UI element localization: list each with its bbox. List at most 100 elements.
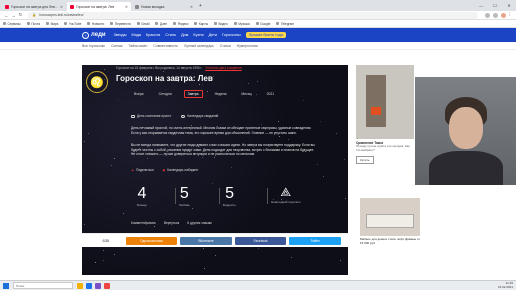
ad-button[interactable]: Купить	[356, 155, 374, 164]
share-vk-button[interactable]: ВКонтакте	[180, 236, 232, 245]
star-decoration	[123, 213, 125, 215]
nav-item[interactable]: Гороскопы	[222, 33, 241, 37]
bookmark-item[interactable]: Перевести	[110, 22, 131, 26]
forward-icon[interactable]: →	[10, 13, 17, 18]
other-signs-link[interactable]: К другим знакам	[187, 221, 211, 225]
bookmark-item[interactable]: Яндекс	[173, 22, 188, 26]
bookmark-label: Дзен	[159, 21, 168, 26]
extension-icon[interactable]	[493, 12, 498, 18]
bookmark-icon	[214, 22, 218, 25]
star-decoration	[201, 157, 203, 159]
webcam-overlay	[415, 77, 516, 185]
subnav-item[interactable]: Тайны имен	[128, 44, 147, 48]
sub-navigation: Все гороскопы Сонник Тайны имен Совмести…	[0, 42, 516, 50]
star-decoration	[320, 120, 322, 122]
bookmark-item[interactable]: Gmail	[136, 22, 149, 26]
clock[interactable]: 11:45 15.02.2021	[498, 281, 513, 289]
bookmark-icon	[26, 22, 30, 25]
tab-week[interactable]: Неделя	[212, 91, 230, 97]
sidebar-ad[interactable]: Сравнение Такса Почему лучше купить это …	[356, 65, 414, 164]
tab-year[interactable]: 2021	[264, 91, 278, 97]
share-link[interactable]: ▲ Поделиться	[131, 168, 154, 172]
subnav-item[interactable]: Нумерология	[237, 44, 258, 48]
reload-icon[interactable]: ↻	[17, 12, 24, 18]
app-icon[interactable]	[95, 282, 101, 289]
nav-highlight-link[interactable]: Лучшие бьюти года	[245, 32, 286, 38]
extension-icon[interactable]	[485, 12, 490, 18]
bookmark-item[interactable]: Сервисы	[3, 22, 21, 26]
star-decoration	[231, 167, 233, 169]
subnav-item[interactable]: Совместимость	[153, 44, 178, 48]
bookmark-icon	[3, 22, 6, 25]
subnav-item[interactable]: Сонник	[111, 44, 122, 48]
logo-icon: ♀	[82, 31, 89, 39]
action-links: ▲ Поделиться ◆ Календарь-лабиринт	[131, 168, 207, 172]
meta-links: День сочетания просто Календарь свиданий	[131, 114, 228, 118]
new-tab-button[interactable]: +	[199, 2, 202, 11]
nav-item[interactable]: Мода	[131, 33, 141, 37]
browser-tab-3[interactable]: Новая вкладка ✕	[132, 2, 196, 11]
tab-yesterday[interactable]: Вчера	[131, 91, 147, 97]
bookmark-icon	[110, 22, 114, 25]
bookmark-item[interactable]: Видео	[214, 22, 228, 26]
action-label: Поделиться	[136, 168, 154, 172]
nav-item[interactable]: Красота	[146, 33, 160, 37]
tab-label: Гороскоп на завтра: Лев	[76, 4, 115, 9]
subnav-item[interactable]: Все гороскопы	[82, 44, 105, 48]
tab-today[interactable]: Сегодня	[156, 91, 175, 97]
bookmark-item[interactable]: Карты	[194, 22, 208, 26]
url-text: horoscopes.ledi.ru/zavtra/leo/	[39, 13, 84, 17]
bookmark-label: Новости	[91, 21, 105, 26]
close-icon[interactable]: ✕	[60, 5, 63, 9]
bookmark-item[interactable]: Maps	[46, 22, 58, 26]
share-facebook-button[interactable]: Facebook	[234, 236, 287, 245]
sofa-image	[366, 214, 414, 228]
back-link[interactable]: Вернуться	[164, 221, 179, 225]
browser-tab-2[interactable]: Гороскоп на завтра: Лев ✕	[67, 2, 131, 11]
subnav-item[interactable]: Лунный календарь	[184, 44, 214, 48]
app-icon[interactable]	[104, 282, 110, 289]
file-explorer-icon[interactable]	[77, 282, 83, 289]
comment-link[interactable]: Комментировать	[131, 221, 156, 225]
bookmark-item[interactable]: Дзен	[155, 22, 167, 26]
change-birthdate-link[interactable]: Уточнить дату рождения	[205, 66, 241, 70]
windows-start-icon[interactable]	[3, 282, 9, 289]
taskbar-search[interactable]: Поиск	[13, 282, 73, 289]
bookmark-item[interactable]: YouTube	[64, 22, 81, 26]
menu-icon[interactable]: ⋮	[506, 12, 513, 18]
meta-item[interactable]: День сочетания просто	[131, 114, 171, 118]
nav-item[interactable]: Звезды	[114, 33, 127, 37]
nav-item[interactable]: Кухня	[193, 33, 203, 37]
bookmark-item[interactable]: Google	[255, 22, 270, 26]
meta-item[interactable]: Календарь свиданий	[181, 114, 218, 118]
close-window-icon[interactable]: ✕	[502, 3, 516, 8]
sidebar-ad-2[interactable]: Мебель для дома в стиле лофт. Диваны от …	[360, 198, 420, 246]
bookmark-item[interactable]: Telegram	[276, 22, 294, 26]
minimize-icon[interactable]: —	[474, 3, 488, 8]
share-ok-button[interactable]: Одноклассники	[125, 236, 178, 245]
share-bar: 635 Одноклассники ВКонтакте Facebook Twi…	[82, 233, 348, 247]
chrome-icon[interactable]	[86, 282, 92, 289]
tab-tomorrow[interactable]: Завтра	[183, 90, 203, 98]
leo-sign-icon: ♌	[86, 71, 108, 93]
bookmark-item[interactable]: Новости	[87, 22, 104, 26]
nav-item[interactable]: Стиль	[165, 33, 176, 37]
bookmark-item[interactable]: Почта	[26, 22, 40, 26]
breadcrumb-text: Гороскоп на 15 февраля • Вы родились: 14…	[116, 66, 203, 70]
site-logo[interactable]: ♀ леди	[82, 31, 106, 39]
share-twitter-button[interactable]: Twitter	[289, 236, 341, 245]
bookmarks-bar: Сервисы Почта Maps YouTube Новости Перевести G…	[0, 20, 516, 28]
close-icon[interactable]: ✕	[190, 5, 193, 9]
back-icon[interactable]: ←	[3, 13, 10, 18]
browser-tab-1[interactable]: Гороскоп на завтра для Лев... ✕	[2, 2, 66, 11]
bookmark-item[interactable]: Музыка	[233, 22, 250, 26]
nav-item[interactable]: Дети	[209, 33, 217, 37]
url-input[interactable]: 🔒 horoscopes.ledi.ru/zavtra/leo/	[28, 11, 478, 19]
nav-item[interactable]: Дом	[181, 33, 188, 37]
maximize-icon[interactable]: ☐	[488, 3, 502, 8]
close-icon[interactable]: ✕	[125, 5, 128, 9]
calendar-link[interactable]: ◆ Календарь-лабиринт	[163, 168, 199, 172]
tab-month[interactable]: Месяц	[238, 91, 254, 97]
stat-tree[interactable]: ⟁ Новогодний гороскоп	[267, 185, 300, 204]
subnav-item[interactable]: Статьи	[220, 44, 231, 48]
